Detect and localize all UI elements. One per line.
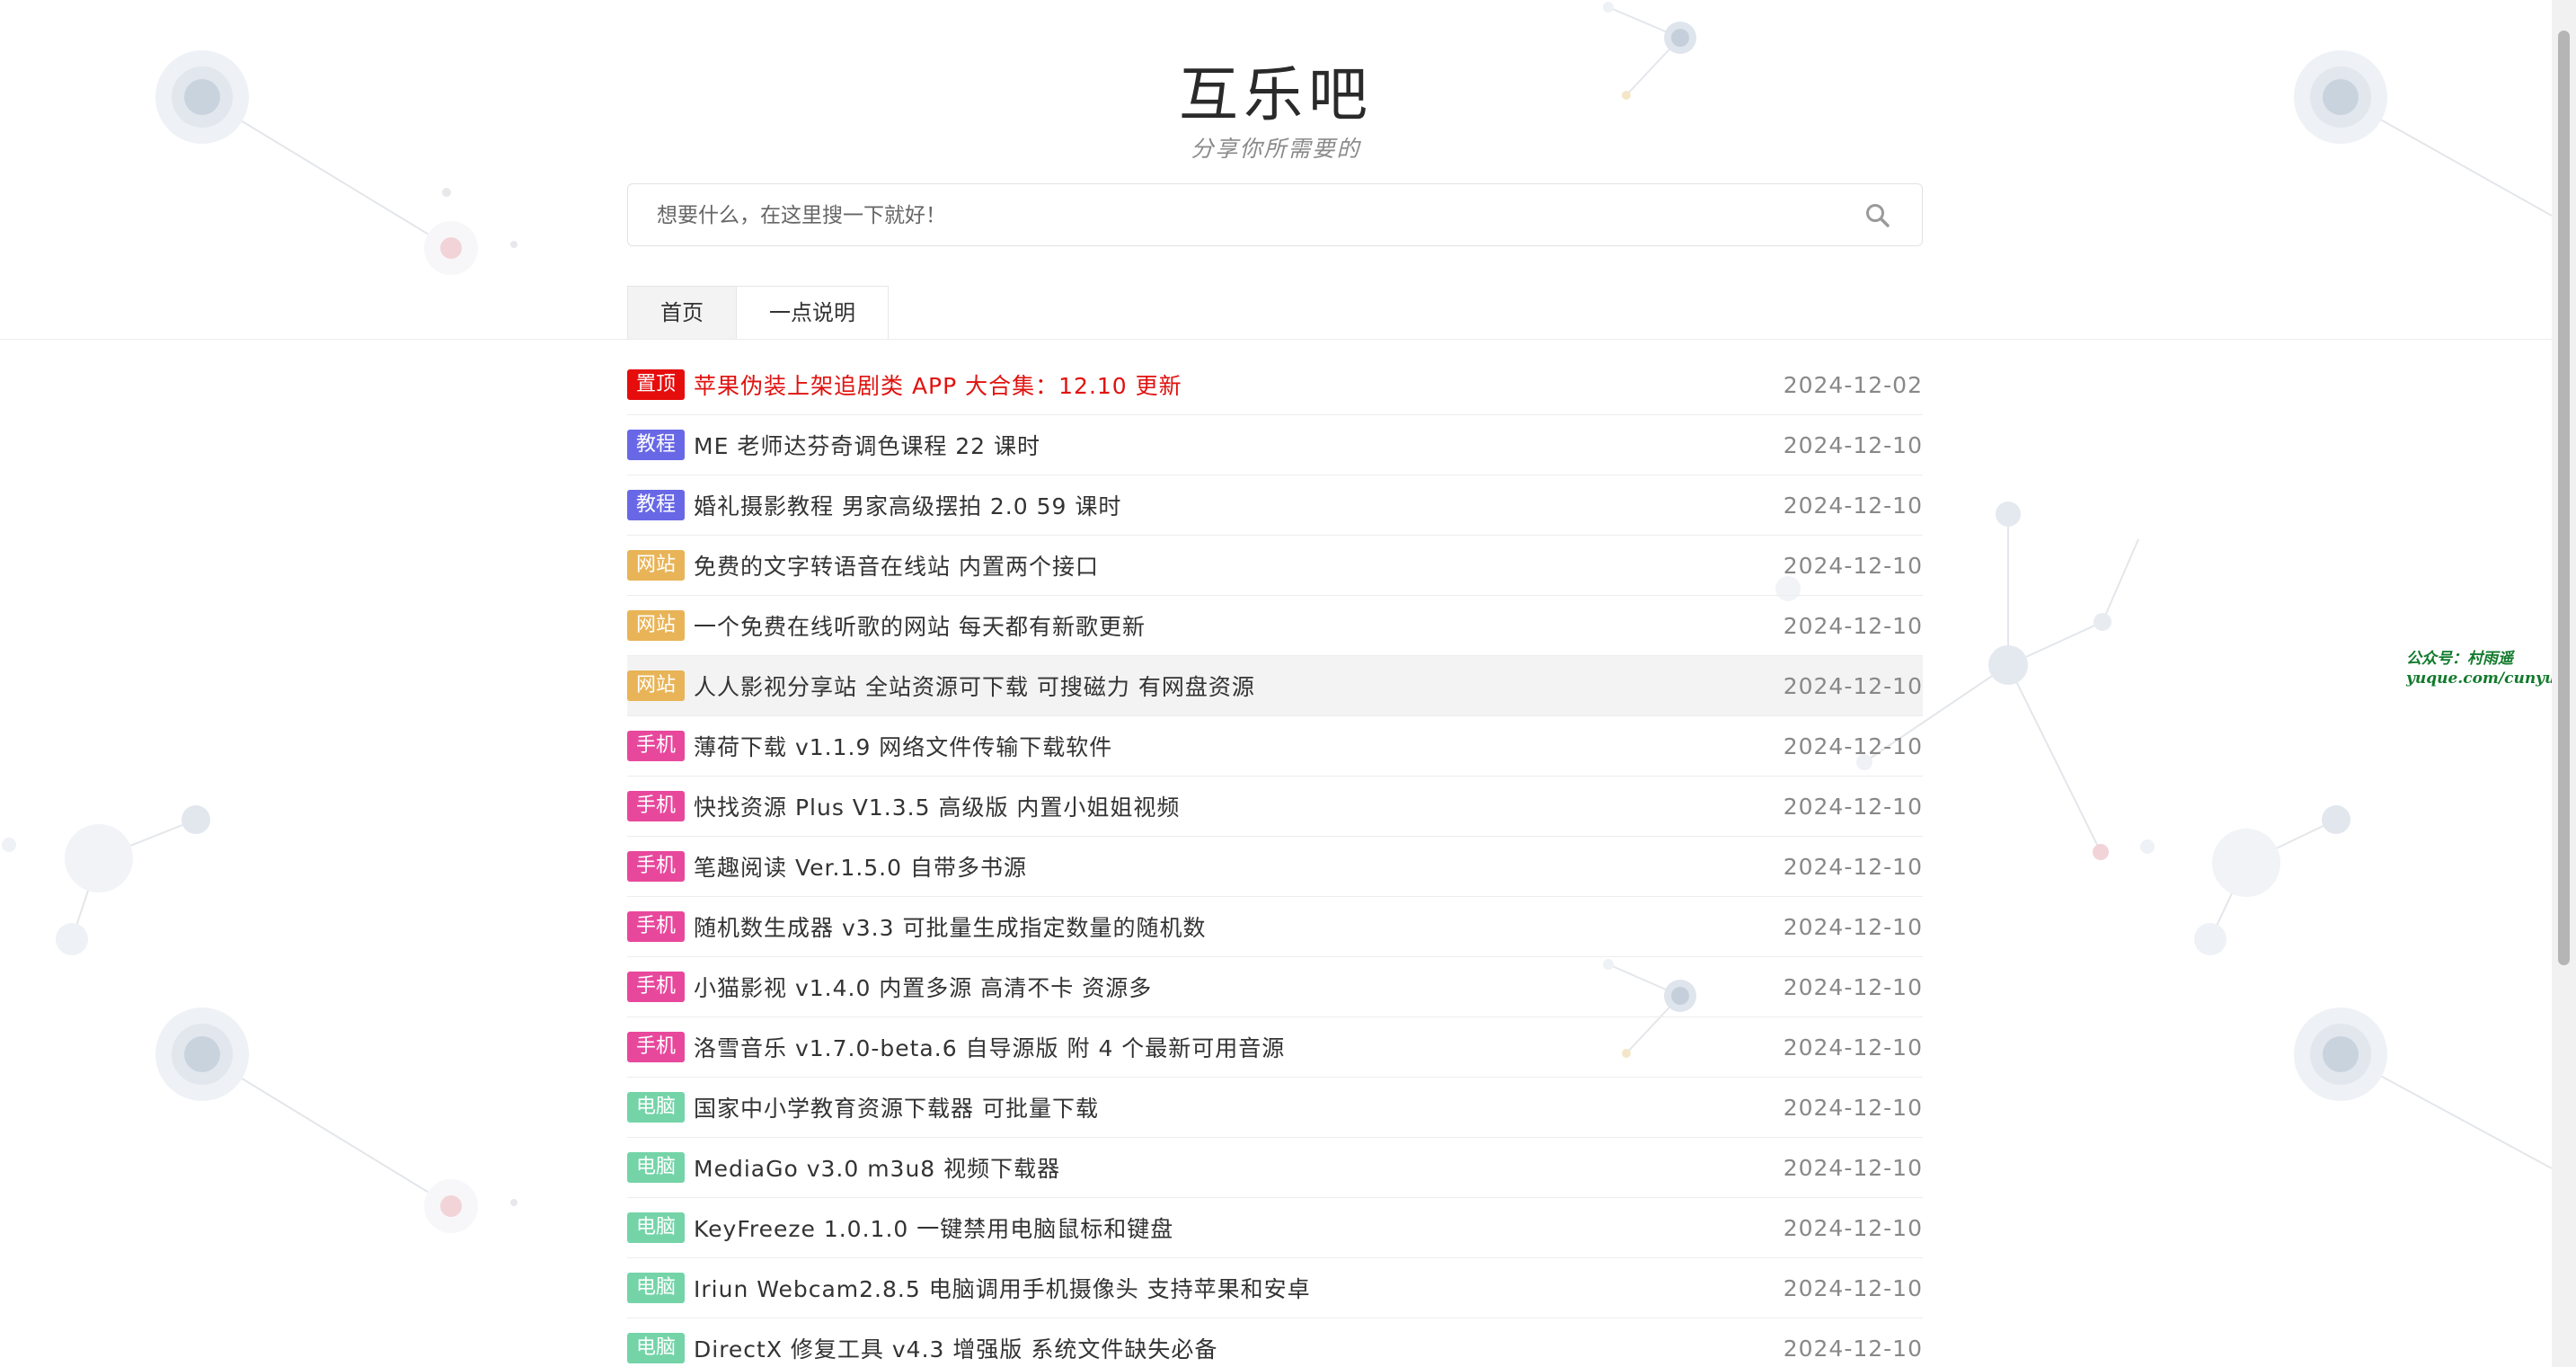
nav-tabs: 首页 一点说明 [627,286,889,340]
post-date: 2024-12-10 [1783,973,1923,1000]
tab-home[interactable]: 首页 [627,286,737,339]
scrollbar[interactable] [2552,0,2576,1367]
post-tag[interactable]: 网站 [627,670,685,701]
watermark-line-1: 公众号：村雨遥 [2406,650,2513,668]
post-date: 2024-12-10 [1783,913,1923,940]
post-title-link[interactable]: 婚礼摄影教程 男家高级摆拍 2.0 59 课时 [694,489,1121,521]
post-tag[interactable]: 电脑 [627,1092,685,1123]
post-date: 2024-12-10 [1783,1094,1923,1121]
post-item[interactable]: 手机 薄荷下载 v1.1.9 网络文件传输下载软件 2024-12-10 [627,716,1923,777]
post-title-link[interactable]: 随机数生成器 v3.3 可批量生成指定数量的随机数 [694,910,1206,943]
post-tag[interactable]: 置顶 [627,369,685,400]
post-title-link[interactable]: DirectX 修复工具 v4.3 增强版 系统文件缺失必备 [694,1332,1217,1364]
post-tag[interactable]: 网站 [627,550,685,581]
post-date: 2024-12-10 [1783,1154,1923,1181]
post-title-link[interactable]: KeyFreeze 1.0.1.0 一键禁用电脑鼠标和键盘 [694,1212,1173,1244]
post-item[interactable]: 网站 一个免费在线听歌的网站 每天都有新歌更新 2024-12-10 [627,596,1923,656]
post-item[interactable]: 网站 免费的文字转语音在线站 内置两个接口 2024-12-10 [627,536,1923,596]
post-title-link[interactable]: 苹果伪装上架追剧类 APP 大合集：12.10 更新 [694,368,1182,401]
post-date: 2024-12-10 [1783,431,1923,458]
post-title-link[interactable]: 免费的文字转语音在线站 内置两个接口 [694,549,1099,581]
post-tag[interactable]: 教程 [627,490,685,520]
post-item[interactable]: 电脑 KeyFreeze 1.0.1.0 一键禁用电脑鼠标和键盘 2024-12… [627,1198,1923,1258]
post-title-link[interactable]: ME 老师达芬奇调色课程 22 课时 [694,429,1040,461]
post-date: 2024-12-10 [1783,1335,1923,1362]
post-tag[interactable]: 手机 [627,851,685,882]
post-tag[interactable]: 手机 [627,972,685,1002]
post-item[interactable]: 电脑 国家中小学教育资源下载器 可批量下载 2024-12-10 [627,1078,1923,1138]
post-item[interactable]: 置顶 苹果伪装上架追剧类 APP 大合集：12.10 更新 2024-12-02 [627,355,1923,415]
post-date: 2024-12-10 [1783,853,1923,880]
tab-about[interactable]: 一点说明 [737,286,889,339]
post-title-link[interactable]: 笔趣阅读 Ver.1.5.0 自带多书源 [694,850,1027,883]
post-title-link[interactable]: Iriun Webcam2.8.5 电脑调用手机摄像头 支持苹果和安卓 [694,1272,1311,1304]
post-tag[interactable]: 教程 [627,430,685,460]
post-item[interactable]: 教程 婚礼摄影教程 男家高级摆拍 2.0 59 课时 2024-12-10 [627,475,1923,536]
post-tag[interactable]: 电脑 [627,1273,685,1303]
post-item[interactable]: 手机 快找资源 Plus V1.3.5 高级版 内置小姐姐视频 2024-12-… [627,777,1923,837]
post-date: 2024-12-10 [1783,1034,1923,1061]
post-date: 2024-12-10 [1783,1274,1923,1301]
post-title-link[interactable]: 快找资源 Plus V1.3.5 高级版 内置小姐姐视频 [694,790,1180,822]
page: 互乐吧 分享你所需要的 首页 一点说明 置顶 苹果伪装上架追剧类 APP 大合集… [0,0,2576,1367]
post-item[interactable]: 手机 笔趣阅读 Ver.1.5.0 自带多书源 2024-12-10 [627,837,1923,897]
post-list: 置顶 苹果伪装上架追剧类 APP 大合集：12.10 更新 2024-12-02… [627,355,1923,1367]
site-subtitle: 分享你所需要的 [1191,136,1361,162]
post-tag[interactable]: 手机 [627,1032,685,1062]
post-date: 2024-12-10 [1783,492,1923,519]
post-tag[interactable]: 手机 [627,731,685,761]
post-item[interactable]: 手机 小猫影视 v1.4.0 内置多源 高清不卡 资源多 2024-12-10 [627,957,1923,1017]
post-item[interactable]: 教程 ME 老师达芬奇调色课程 22 课时 2024-12-10 [627,415,1923,475]
post-date: 2024-12-10 [1783,672,1923,699]
post-title-link[interactable]: 人人影视分享站 全站资源可下载 可搜磁力 有网盘资源 [694,670,1255,702]
post-tag[interactable]: 电脑 [627,1212,685,1243]
post-tag[interactable]: 电脑 [627,1333,685,1363]
post-title-link[interactable]: 国家中小学教育资源下载器 可批量下载 [694,1091,1099,1123]
post-tag[interactable]: 电脑 [627,1152,685,1183]
post-item[interactable]: 网站 人人影视分享站 全站资源可下载 可搜磁力 有网盘资源 2024-12-10 [627,656,1923,716]
post-date: 2024-12-10 [1783,732,1923,759]
post-title-link[interactable]: 一个免费在线听歌的网站 每天都有新歌更新 [694,609,1146,642]
post-item[interactable]: 手机 洛雪音乐 v1.7.0-beta.6 自导源版 附 4 个最新可用音源 2… [627,1017,1923,1078]
post-tag[interactable]: 手机 [627,911,685,942]
search-icon[interactable] [1864,202,1891,229]
header-divider [0,339,2552,340]
search-box [627,183,1923,247]
post-title-link[interactable]: 小猫影视 v1.4.0 内置多源 高清不卡 资源多 [694,971,1152,1003]
watermark-line-2: yuque.com/cunyu1943 [2406,670,2576,688]
post-item[interactable]: 电脑 MediaGo v3.0 m3u8 视频下载器 2024-12-10 [627,1138,1923,1198]
watermark: 公众号：村雨遥 yuque.com/cunyu1943 [2406,649,2576,688]
site-title: 互乐吧 [1179,60,1373,129]
post-item[interactable]: 电脑 Iriun Webcam2.8.5 电脑调用手机摄像头 支持苹果和安卓 2… [627,1258,1923,1318]
post-title-link[interactable]: 薄荷下载 v1.1.9 网络文件传输下载软件 [694,730,1112,762]
post-item[interactable]: 电脑 DirectX 修复工具 v4.3 增强版 系统文件缺失必备 2024-1… [627,1318,1923,1367]
post-title-link[interactable]: MediaGo v3.0 m3u8 视频下载器 [694,1151,1060,1184]
post-date: 2024-12-10 [1783,552,1923,579]
post-date: 2024-12-10 [1783,612,1923,639]
post-date: 2024-12-02 [1783,371,1923,398]
post-tag[interactable]: 手机 [627,791,685,821]
post-title-link[interactable]: 洛雪音乐 v1.7.0-beta.6 自导源版 附 4 个最新可用音源 [694,1031,1285,1063]
scrollbar-thumb[interactable] [2558,31,2570,965]
post-date: 2024-12-10 [1783,1214,1923,1241]
search-input[interactable] [655,184,1827,247]
post-date: 2024-12-10 [1783,793,1923,820]
post-item[interactable]: 手机 随机数生成器 v3.3 可批量生成指定数量的随机数 2024-12-10 [627,897,1923,957]
post-tag[interactable]: 网站 [627,610,685,641]
